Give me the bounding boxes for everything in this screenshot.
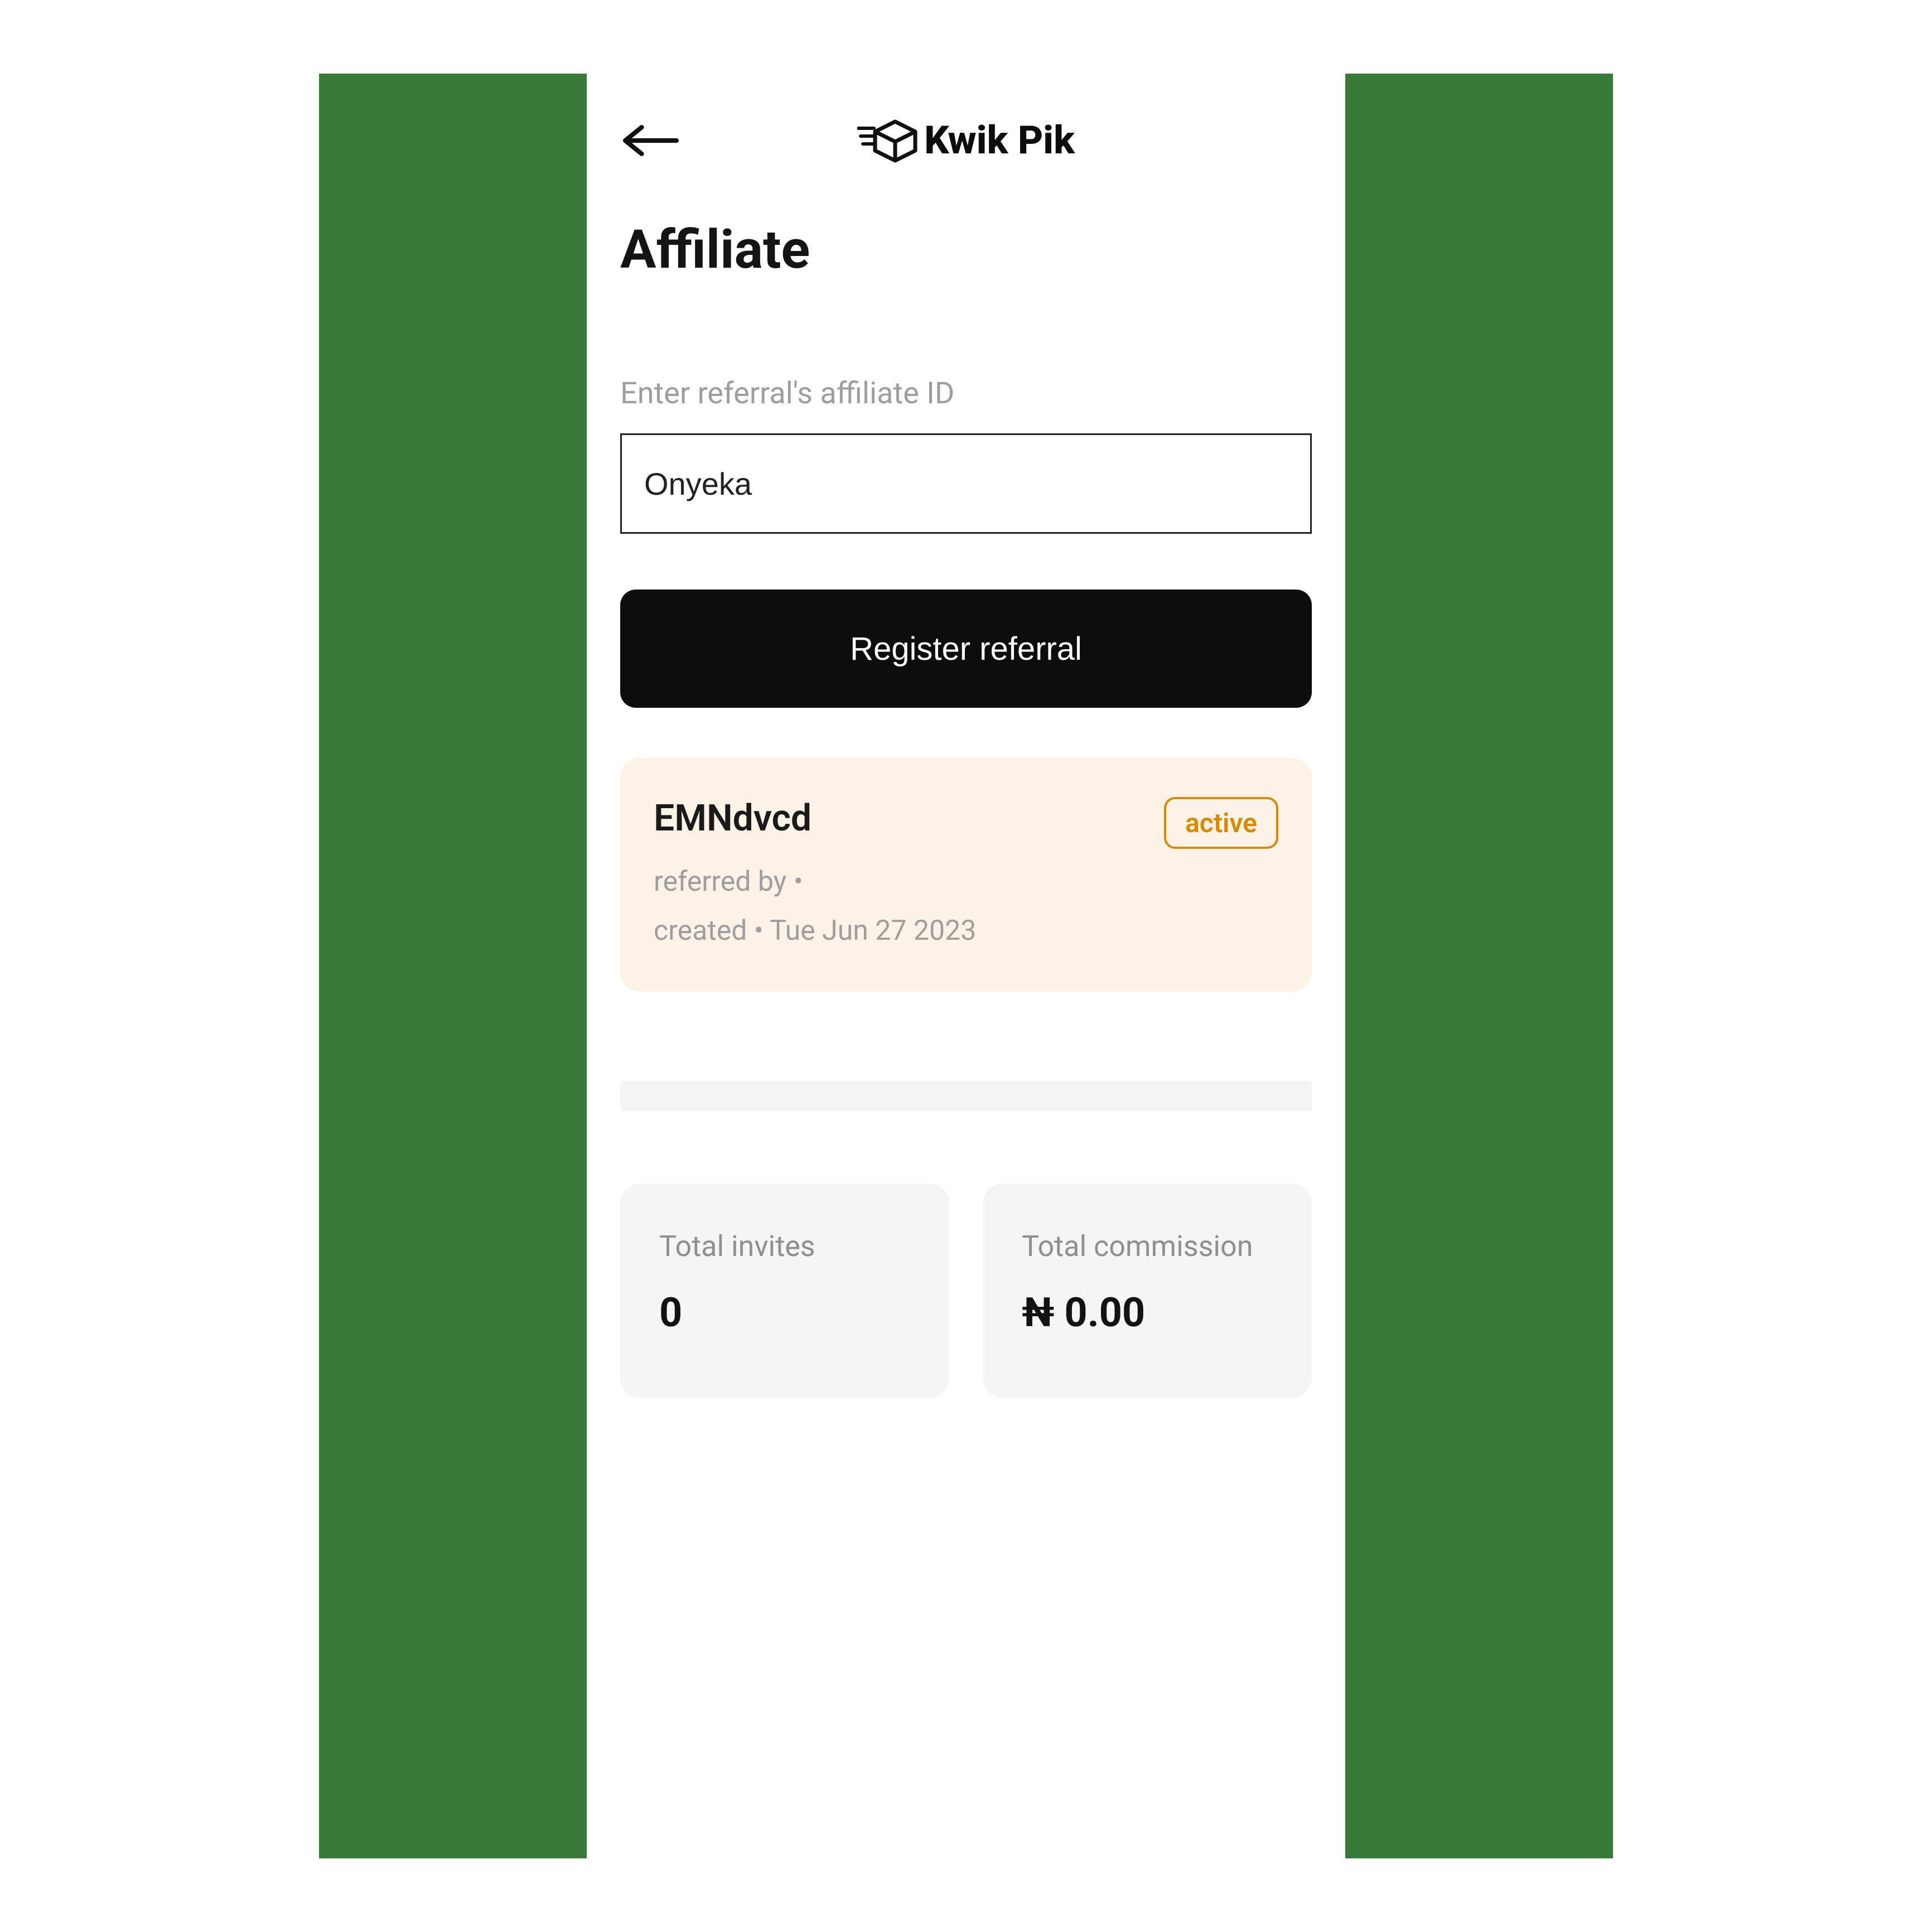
referral-card: EMNdvcd active referred by • created • T…	[620, 758, 1312, 992]
created-line: created • Tue Jun 27 2023	[654, 915, 1278, 947]
total-invites-card: Total invites 0	[620, 1184, 949, 1398]
header: Kwik Pik	[620, 107, 1312, 174]
back-button[interactable]	[620, 121, 682, 160]
app-frame: Kwik Pik Affiliate Enter referral's affi…	[319, 74, 1613, 1858]
total-invites-label: Total invites	[659, 1228, 916, 1264]
referral-code: EMNdvcd	[654, 797, 812, 840]
brand-logo: Kwik Pik	[857, 118, 1075, 163]
arrow-left-icon	[620, 124, 682, 157]
total-commission-value: ₦ 0.00	[1022, 1289, 1278, 1336]
screen-content: Kwik Pik Affiliate Enter referral's affi…	[587, 74, 1345, 1858]
page-title: Affiliate	[620, 219, 1312, 281]
affiliate-id-label: Enter referral's affiliate ID	[620, 376, 1312, 411]
total-commission-card: Total commission ₦ 0.00	[983, 1184, 1312, 1398]
affiliate-id-input[interactable]	[620, 433, 1312, 534]
brand-name: Kwik Pik	[924, 118, 1075, 163]
right-green-bar	[1345, 74, 1613, 1858]
stats-row: Total invites 0 Total commission ₦ 0.00	[620, 1184, 1312, 1398]
total-invites-value: 0	[659, 1289, 916, 1336]
status-badge: active	[1164, 797, 1278, 849]
total-commission-label: Total commission	[1022, 1228, 1278, 1264]
section-divider	[620, 1081, 1312, 1111]
register-referral-button[interactable]: Register referral	[620, 590, 1312, 708]
left-green-bar	[319, 74, 587, 1858]
referred-by-line: referred by •	[654, 866, 1278, 898]
package-icon	[857, 118, 919, 163]
